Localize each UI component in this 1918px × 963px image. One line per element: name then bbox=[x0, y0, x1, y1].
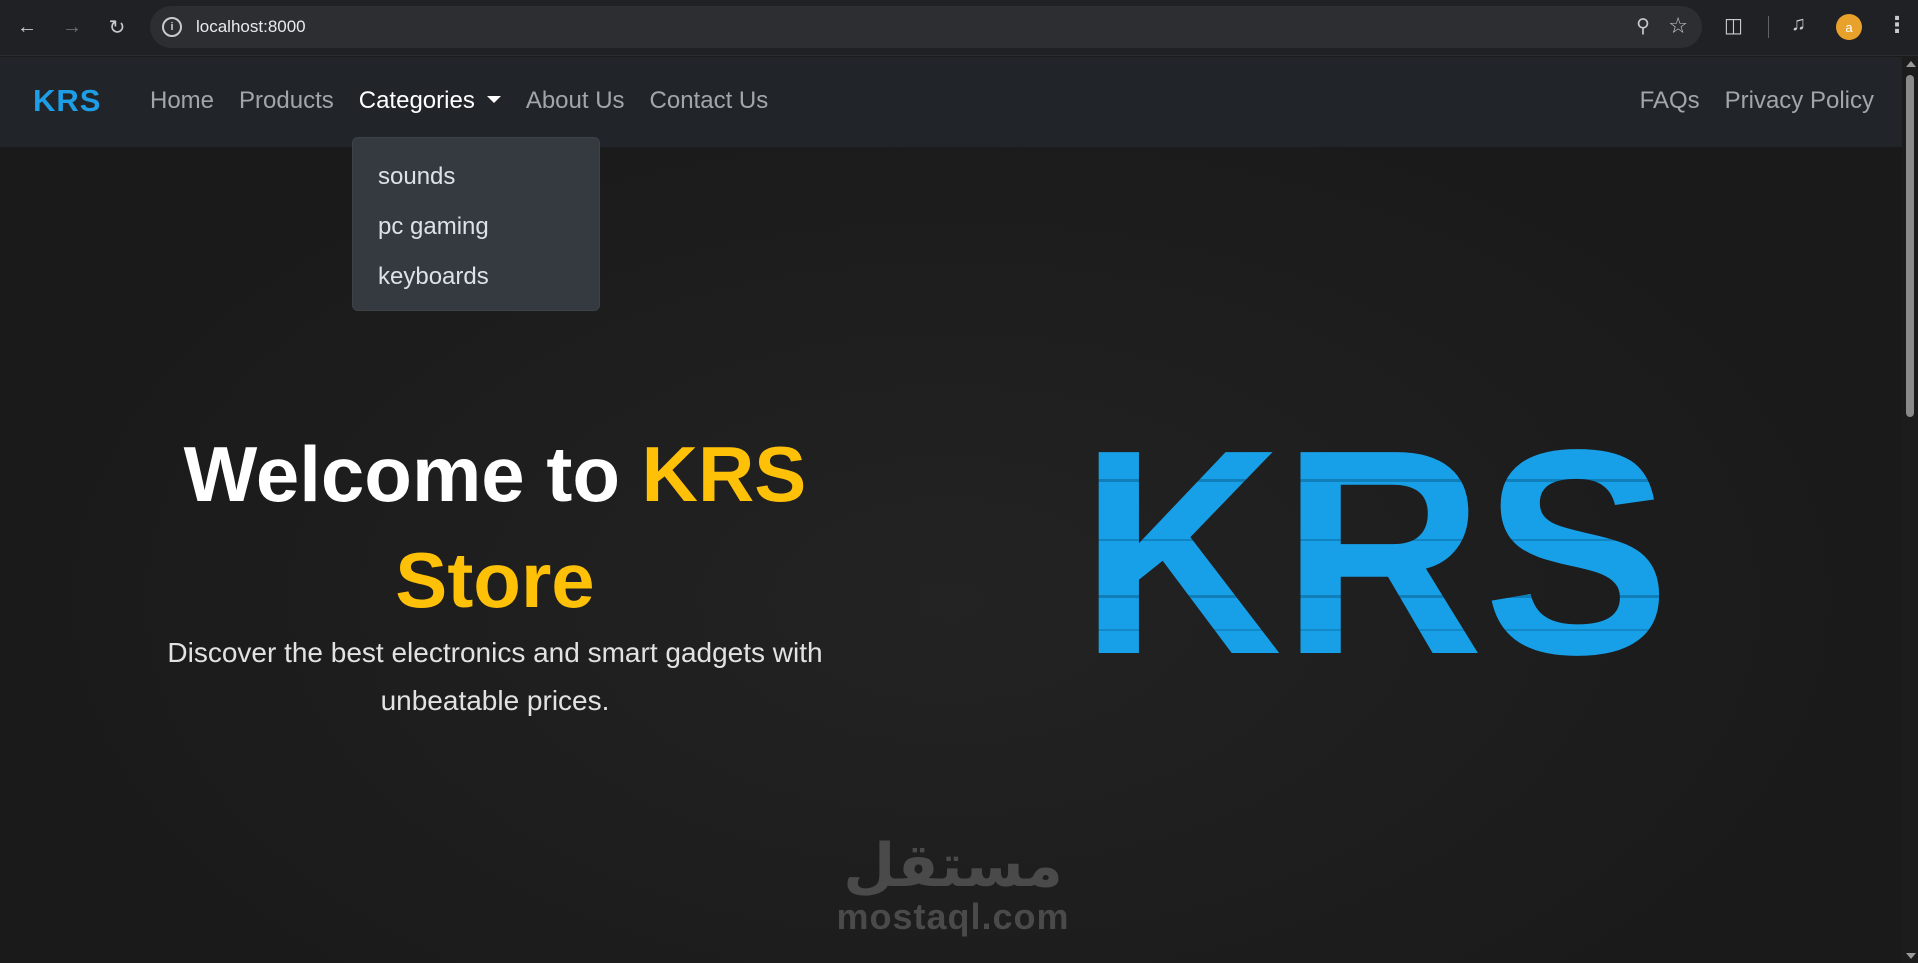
categories-dropdown-menu: sounds pc gaming keyboards bbox=[352, 137, 600, 311]
dropdown-item-pc-gaming[interactable]: pc gaming bbox=[353, 202, 599, 252]
logo-text: KRS bbox=[1080, 417, 1670, 677]
browser-toolbar: ← → ↻ i localhost:8000 ⚲ ☆ ◫ ♫ a ⋮ bbox=[0, 0, 1918, 56]
extensions-icon[interactable]: ◫ bbox=[1724, 13, 1743, 38]
brand-logo[interactable]: KRS bbox=[33, 83, 101, 119]
back-button[interactable]: ← bbox=[12, 12, 42, 42]
page-viewport: KRS Home Products Categories About Us Co… bbox=[0, 57, 1902, 963]
nav-home[interactable]: Home bbox=[150, 87, 214, 115]
hero-subtitle: Discover the best electronics and smart … bbox=[167, 637, 823, 716]
address-bar[interactable]: i localhost:8000 ⚲ ☆ bbox=[150, 6, 1702, 48]
mostaql-watermark: مستقل mostaql.com bbox=[828, 834, 1078, 936]
krs-logo-graphic: KRS bbox=[1080, 389, 1670, 715]
site-info-icon[interactable]: i bbox=[162, 17, 182, 37]
kebab-menu-icon[interactable]: ⋮ bbox=[1886, 12, 1908, 38]
scroll-down-arrow-icon[interactable] bbox=[1906, 953, 1916, 959]
dropdown-item-sounds[interactable]: sounds bbox=[353, 152, 599, 202]
nav-categories[interactable]: Categories bbox=[359, 87, 501, 115]
nav-categories-label: Categories bbox=[358, 87, 475, 114]
hero-heading-prefix: Welcome to bbox=[183, 430, 642, 518]
krs-hero-logo: KRS bbox=[1075, 389, 1675, 715]
secondary-nav: FAQs Privacy Policy bbox=[1640, 87, 1874, 115]
primary-nav: Home Products Categories About Us Contac… bbox=[150, 87, 768, 115]
reload-button[interactable]: ↻ bbox=[102, 12, 132, 42]
scroll-up-arrow-icon[interactable] bbox=[1906, 61, 1916, 67]
bookmark-star-icon[interactable]: ☆ bbox=[1668, 13, 1688, 39]
zoom-icon[interactable]: ⚲ bbox=[1636, 15, 1650, 38]
nav-contact-us[interactable]: Contact Us bbox=[650, 87, 769, 115]
dropdown-item-keyboards[interactable]: keyboards bbox=[353, 252, 599, 302]
nav-products[interactable]: Products bbox=[239, 87, 334, 115]
nav-about-us[interactable]: About Us bbox=[526, 87, 625, 115]
scrollbar-thumb[interactable] bbox=[1906, 75, 1914, 417]
caret-down-icon bbox=[486, 96, 501, 104]
nav-faqs[interactable]: FAQs bbox=[1640, 87, 1700, 115]
watermark-latin: mostaql.com bbox=[836, 896, 1070, 937]
toolbar-divider bbox=[1768, 16, 1769, 38]
site-navbar: KRS Home Products Categories About Us Co… bbox=[0, 57, 1902, 147]
url-text[interactable]: localhost:8000 bbox=[196, 17, 306, 37]
hero-heading: Welcome to KRS Store bbox=[135, 421, 855, 633]
vertical-scrollbar[interactable] bbox=[1902, 57, 1918, 963]
nav-privacy-policy[interactable]: Privacy Policy bbox=[1725, 87, 1874, 115]
profile-avatar[interactable]: a bbox=[1836, 14, 1862, 40]
media-controls-icon[interactable]: ♫ bbox=[1791, 13, 1806, 36]
watermark-arabic: مستقل bbox=[843, 832, 1063, 899]
forward-button[interactable]: → bbox=[57, 12, 87, 42]
